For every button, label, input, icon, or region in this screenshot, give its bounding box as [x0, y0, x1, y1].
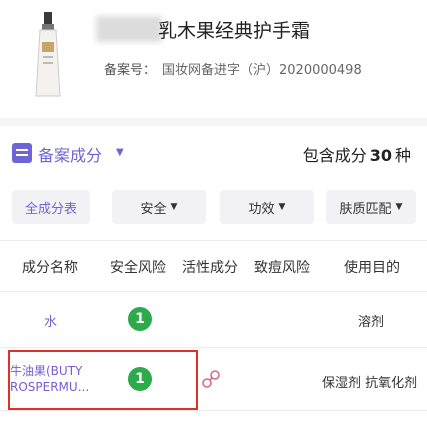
tab-skin-match[interactable]: 肤质匹配 ▼ — [326, 190, 416, 224]
chevron-down-icon: ▼ — [170, 202, 178, 212]
chevron-down-icon[interactable]: ▼ — [116, 147, 124, 158]
tab-safety[interactable]: 安全 ▼ — [112, 190, 206, 224]
link-icon[interactable] — [200, 368, 222, 390]
table-header: 成分名称 安全风险 活性成分 致痘风险 使用目的 — [0, 240, 427, 292]
tab-full-ingredients[interactable]: 全成分表 — [12, 190, 90, 224]
ingredient-total: 包含成分 30 种 — [303, 142, 411, 166]
total-prefix: 包含成分 — [302, 146, 367, 165]
tab-efficacy[interactable]: 功效 ▼ — [220, 190, 314, 224]
safety-badge: 1 — [128, 307, 152, 331]
column-header-purpose: 使用目的 — [344, 260, 400, 276]
purpose-text: 保湿剂 抗氧化剂 — [322, 376, 418, 391]
tab-label: 肤质匹配 — [339, 201, 392, 217]
tab-label: 功效 — [248, 201, 275, 217]
product-name: 乳木果经典护手霜 — [158, 20, 311, 42]
column-header-acne: 致痘风险 — [254, 260, 310, 276]
registration-number: 备案号： 国妆网备进字（沪）2020000498 — [104, 59, 362, 78]
document-list-icon — [12, 143, 32, 163]
product-image — [35, 12, 61, 97]
blurred-brand — [96, 16, 162, 42]
registration-value: 国妆网备进字（沪）2020000498 — [162, 63, 362, 78]
section-title[interactable]: 备案成分 — [38, 142, 102, 166]
total-count: 30 — [369, 146, 392, 165]
ingredient-name[interactable]: 水 — [44, 311, 57, 330]
chevron-down-icon: ▼ — [278, 202, 286, 212]
total-suffix: 种 — [394, 146, 411, 165]
column-header-active: 活性成分 — [182, 260, 238, 276]
column-header-safety: 安全风险 — [110, 260, 166, 276]
table-row[interactable]: 水 1 溶剂 — [0, 291, 427, 348]
chevron-down-icon: ▼ — [395, 202, 403, 212]
tab-label: 安全 — [140, 201, 167, 217]
column-header-name: 成分名称 — [22, 260, 78, 276]
highlight-box — [8, 350, 198, 410]
registration-label: 备案号： — [104, 63, 157, 78]
purpose-text: 溶剂 — [358, 315, 385, 330]
section-divider — [0, 118, 427, 126]
tab-label: 全成分表 — [24, 201, 77, 217]
